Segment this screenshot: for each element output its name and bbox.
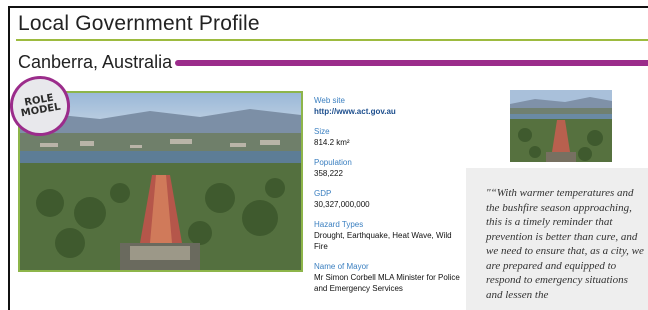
info-mayor: Name of Mayor Mr Simon Corbell MLA Minis…	[314, 261, 464, 294]
hazards-value: Drought, Earthquake, Heat Wave, Wild Fir…	[314, 231, 452, 251]
info-hazards: Hazard Types Drought, Earthquake, Heat W…	[314, 219, 464, 252]
size-value: 814.2 km²	[314, 138, 350, 147]
city-thumbnail	[510, 90, 612, 162]
title-rule	[16, 39, 648, 41]
gdp-label: GDP	[314, 189, 332, 198]
population-label: Population	[314, 158, 352, 167]
page-title: Local Government Profile	[18, 12, 260, 35]
population-value: 358,222	[314, 169, 343, 178]
info-population: Population 358,222	[314, 157, 464, 179]
size-label: Size	[314, 127, 330, 136]
city-accent-bar	[175, 60, 648, 66]
profile-frame: Local Government Profile Canberra, Austr…	[8, 6, 648, 310]
info-size: Size 814.2 km²	[314, 126, 464, 148]
gdp-value: 30,327,000,000	[314, 200, 370, 209]
website-label: Web site	[314, 96, 345, 105]
info-gdp: GDP 30,327,000,000	[314, 188, 464, 210]
mayor-value: Mr Simon Corbell MLA Minister for Police…	[314, 273, 460, 293]
quote-box: "“With warmer temperatures and the bushf…	[466, 168, 648, 310]
info-website: Web site http://www.act.gov.au	[314, 95, 464, 117]
mayor-label: Name of Mayor	[314, 262, 369, 271]
website-link[interactable]: http://www.act.gov.au	[314, 106, 464, 117]
city-title: Canberra, Australia	[18, 52, 173, 72]
quote-text: "“With warmer temperatures and the bushf…	[486, 187, 644, 301]
hazards-label: Hazard Types	[314, 220, 364, 229]
info-panel: Web site http://www.act.gov.au Size 814.…	[314, 95, 464, 303]
